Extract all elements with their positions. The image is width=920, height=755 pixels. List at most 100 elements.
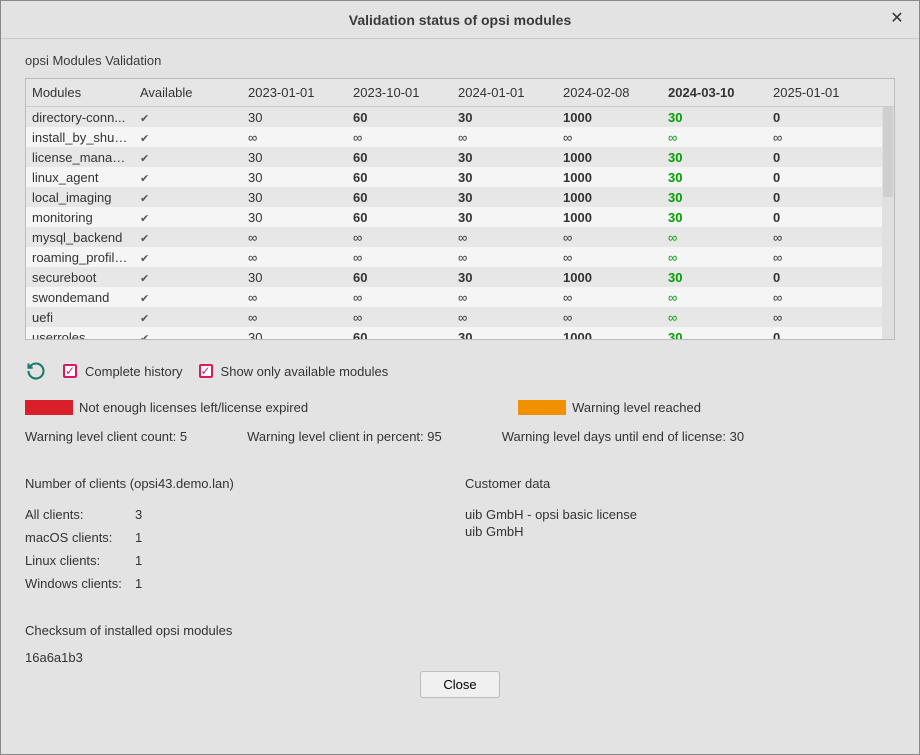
table-row[interactable]: install_by_shut...✔∞∞∞∞∞∞: [26, 127, 894, 147]
checkbox-show-available[interactable]: ✓ Show only available modules: [199, 364, 389, 379]
cell-value: 30: [452, 269, 557, 286]
cell-value: 30: [452, 189, 557, 206]
th-available[interactable]: Available: [134, 81, 242, 104]
cell-value: 30: [242, 269, 347, 286]
table-row[interactable]: roaming_profiles✔∞∞∞∞∞∞: [26, 247, 894, 267]
th-date-5[interactable]: 2025-01-01: [767, 81, 872, 104]
cell-value: ∞: [242, 289, 347, 306]
cell-module-name: monitoring: [26, 209, 134, 226]
close-icon[interactable]: ✕: [887, 9, 907, 29]
cell-value: 1000: [557, 189, 662, 206]
cell-available: ✔: [134, 169, 242, 186]
cell-value: ∞: [767, 249, 872, 266]
warning-count: Warning level client count: 5: [25, 429, 187, 444]
refresh-icon[interactable]: [25, 360, 47, 382]
check-icon: ✔: [140, 193, 149, 205]
th-date-2[interactable]: 2024-01-01: [452, 81, 557, 104]
cell-value: 0: [767, 269, 872, 286]
cell-value: ∞: [452, 129, 557, 146]
table-row[interactable]: linux_agent✔3060301000300: [26, 167, 894, 187]
cell-value: ∞: [347, 249, 452, 266]
cell-value: ∞: [662, 229, 767, 246]
cell-value: ∞: [767, 229, 872, 246]
legend-red-label: Not enough licenses left/license expired: [79, 400, 308, 415]
table-row[interactable]: directory-conn...✔3060301000300: [26, 107, 894, 127]
warning-levels: Warning level client count: 5 Warning le…: [25, 429, 895, 444]
table-row[interactable]: swondemand✔∞∞∞∞∞∞: [26, 287, 894, 307]
cell-module-name: roaming_profiles: [26, 249, 134, 266]
checksum-block: Checksum of installed opsi modules 16a6a…: [25, 623, 405, 665]
check-icon: ✔: [140, 233, 149, 245]
cell-value: ∞: [347, 129, 452, 146]
client-label: Linux clients:: [25, 553, 135, 568]
th-date-3[interactable]: 2024-02-08: [557, 81, 662, 104]
cell-value: ∞: [767, 309, 872, 326]
scrollbar[interactable]: [882, 107, 894, 339]
cell-value: 0: [767, 149, 872, 166]
client-label: All clients:: [25, 507, 135, 522]
checksum-label: Checksum of installed opsi modules: [25, 623, 405, 638]
info-columns: Number of clients (opsi43.demo.lan) All …: [25, 476, 895, 665]
cell-value: 0: [767, 329, 872, 341]
table-row[interactable]: license_manag...✔3060301000300: [26, 147, 894, 167]
th-date-1[interactable]: 2023-10-01: [347, 81, 452, 104]
legend-orange: Warning level reached: [518, 400, 701, 415]
cell-value: 1000: [557, 109, 662, 126]
dialog-window: Validation status of opsi modules ✕ opsi…: [0, 0, 920, 755]
table-row[interactable]: local_imaging✔3060301000300: [26, 187, 894, 207]
table-row[interactable]: monitoring✔3060301000300: [26, 207, 894, 227]
cell-value: 30: [452, 169, 557, 186]
check-icon: ✔: [140, 313, 149, 325]
table-row[interactable]: uefi✔∞∞∞∞∞∞: [26, 307, 894, 327]
cell-value: 30: [662, 189, 767, 206]
client-label: macOS clients:: [25, 530, 135, 545]
cell-value: ∞: [767, 289, 872, 306]
cell-available: ✔: [134, 309, 242, 326]
th-modules[interactable]: Modules: [26, 81, 134, 104]
client-value: 3: [135, 507, 165, 522]
cell-value: 30: [662, 269, 767, 286]
clients-header: Number of clients (opsi43.demo.lan): [25, 476, 405, 491]
cell-module-name: uefi: [26, 309, 134, 326]
cell-module-name: directory-conn...: [26, 109, 134, 126]
cell-value: ∞: [347, 309, 452, 326]
cell-value: ∞: [557, 249, 662, 266]
cell-value: 0: [767, 109, 872, 126]
cell-value: 1000: [557, 329, 662, 341]
cell-available: ✔: [134, 189, 242, 206]
client-value: 1: [135, 576, 165, 591]
customer-header: Customer data: [465, 476, 895, 491]
check-icon: ✔: [140, 273, 149, 285]
client-label: Windows clients:: [25, 576, 135, 591]
cell-value: 0: [767, 209, 872, 226]
checkbox-label: Show only available modules: [221, 364, 389, 379]
cell-value: 0: [767, 189, 872, 206]
cell-value: ∞: [557, 229, 662, 246]
cell-value: 30: [662, 109, 767, 126]
cell-value: ∞: [767, 129, 872, 146]
table-row[interactable]: mysql_backend✔∞∞∞∞∞∞: [26, 227, 894, 247]
cell-value: 1000: [557, 269, 662, 286]
cell-value: 30: [452, 109, 557, 126]
scrollbar-thumb[interactable]: [883, 107, 893, 197]
check-icon: ✔: [140, 173, 149, 185]
th-date-0[interactable]: 2023-01-01: [242, 81, 347, 104]
cell-module-name: swondemand: [26, 289, 134, 306]
th-date-4[interactable]: 2024-03-10: [662, 81, 767, 104]
table-row[interactable]: userroles✔3060301000300: [26, 327, 894, 340]
cell-available: ✔: [134, 209, 242, 226]
cell-value: ∞: [662, 129, 767, 146]
checkbox-complete-history[interactable]: ✓ Complete history: [63, 364, 183, 379]
table-row[interactable]: secureboot✔3060301000300: [26, 267, 894, 287]
customer-lines: uib GmbH - opsi basic licenseuib GmbH: [465, 507, 895, 539]
cell-value: 1000: [557, 209, 662, 226]
modules-table: Modules Available 2023-01-01 2023-10-01 …: [25, 78, 895, 340]
cell-value: 30: [662, 149, 767, 166]
close-button[interactable]: Close: [420, 671, 499, 698]
cell-value: ∞: [452, 289, 557, 306]
cell-value: 30: [242, 329, 347, 341]
customer-info: Customer data uib GmbH - opsi basic lice…: [465, 476, 895, 665]
check-icon: ✔: [140, 133, 149, 145]
cell-value: ∞: [242, 309, 347, 326]
checkbox-label: Complete history: [85, 364, 183, 379]
